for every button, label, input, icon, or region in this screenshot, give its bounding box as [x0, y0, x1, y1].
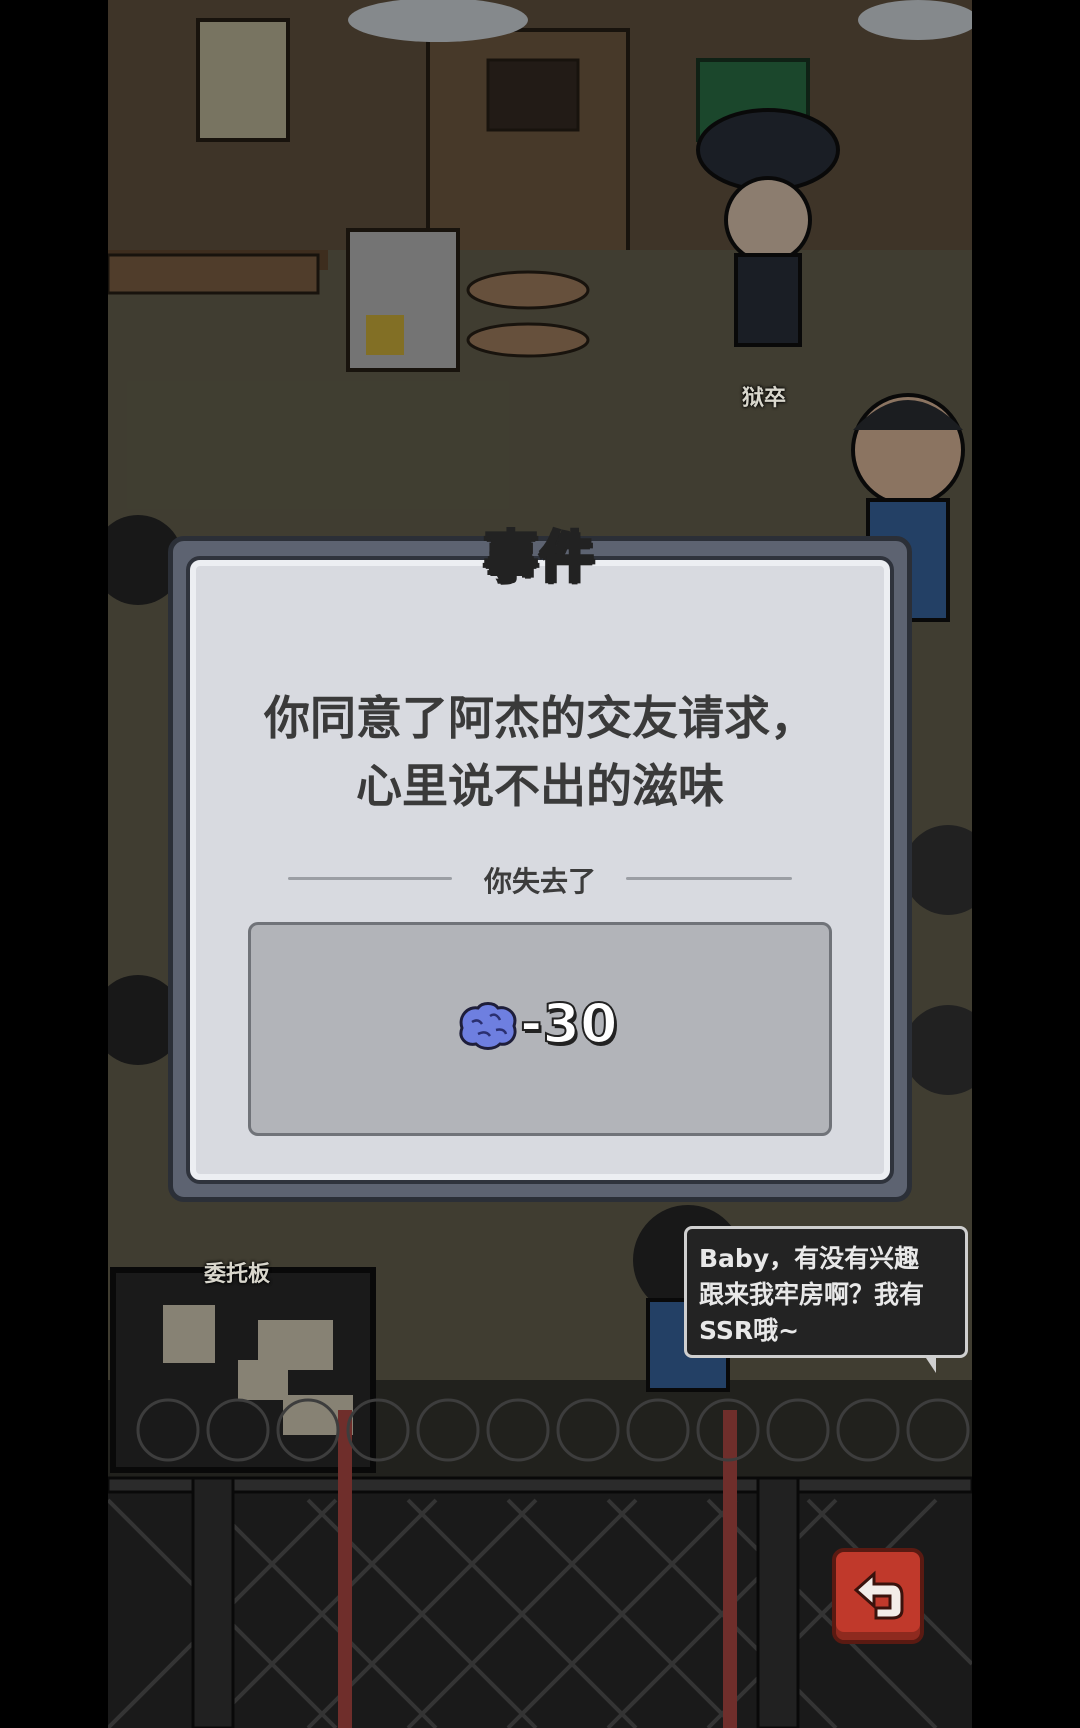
- brain-icon: [459, 1002, 517, 1050]
- event-message-line-1: 你同意了阿杰的交友请求，: [264, 691, 816, 745]
- event-message: 你同意了阿杰的交友请求， 心里说不出的滋味: [196, 684, 884, 820]
- event-message-line-2: 心里说不出的滋味: [356, 759, 724, 813]
- speech-line-3: SSR哦~: [699, 1316, 800, 1345]
- speech-line-2: 跟来我牢房啊？我有: [699, 1280, 925, 1309]
- divider-left: [288, 877, 452, 880]
- speech-bubble-tail: [924, 1355, 936, 1373]
- speech-line-1: Baby，有没有兴趣: [699, 1244, 920, 1273]
- speech-bubble: Baby，有没有兴趣 跟来我牢房啊？我有 SSR哦~: [684, 1226, 968, 1358]
- divider-right: [626, 877, 792, 880]
- request-board-label[interactable]: 委托板: [204, 1256, 270, 1288]
- return-arrow-icon: [853, 1570, 904, 1620]
- guard-name-label: 狱卒: [742, 386, 787, 411]
- event-dialog-title: 事件: [483, 524, 596, 590]
- loss-value: -30: [519, 991, 619, 1056]
- back-button[interactable]: [832, 1548, 924, 1644]
- lost-label: 你失去了: [483, 865, 596, 898]
